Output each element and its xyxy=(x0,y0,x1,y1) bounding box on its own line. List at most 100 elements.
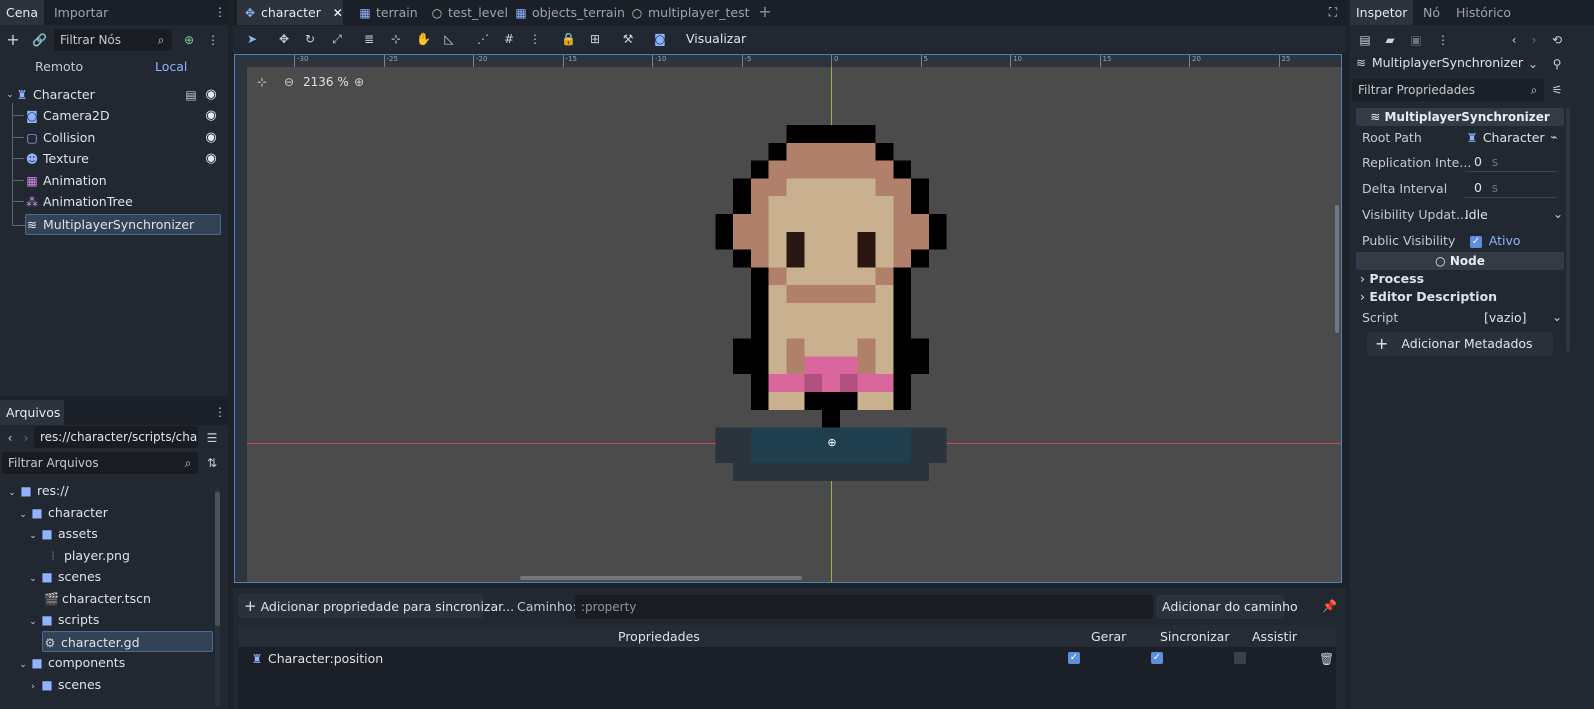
visibility-eye-icon[interactable]: ◉ xyxy=(204,152,218,166)
sort-icon[interactable]: ⇅ xyxy=(205,456,219,470)
inspector-menu-icon[interactable]: ⋮ xyxy=(1436,33,1450,47)
tab-cena[interactable]: Cena xyxy=(0,0,45,25)
file-item-character-folder[interactable]: ⌄ ■ character xyxy=(16,502,108,523)
kebab-menu-icon[interactable]: ⋮ xyxy=(213,5,227,19)
back-arrow-icon[interactable]: ‹ xyxy=(3,431,17,445)
visibility-update-select[interactable]: Idle ⌄ xyxy=(1465,207,1565,222)
editor-tab-character[interactable]: ✥ character ✕ xyxy=(237,0,343,25)
instance-scene-icon[interactable]: ⊕ xyxy=(182,33,196,47)
file-item-scripts-folder[interactable]: ⌄ ■ scripts xyxy=(26,609,99,630)
delete-trash-icon[interactable]: 🗑 xyxy=(1319,652,1334,666)
pivot-icon[interactable]: ⊹ xyxy=(389,32,403,46)
move-tool-icon[interactable]: ✥ xyxy=(277,32,291,46)
file-item-scenes-folder[interactable]: ⌄ ■ scenes xyxy=(26,566,101,587)
filter-properties-input[interactable]: Filtrar Propriedades xyxy=(1352,79,1544,101)
chevron-down-icon[interactable]: ⌄ xyxy=(1526,57,1540,71)
public-visibility-checkbox[interactable]: ✓ xyxy=(1470,235,1482,248)
filter-options-icon[interactable]: ⚟ xyxy=(1550,83,1564,97)
remote-button[interactable]: Remoto xyxy=(35,59,83,74)
file-item-res[interactable]: ⌄ ■ res:// xyxy=(5,480,68,501)
camera-override-icon[interactable]: ◙ xyxy=(653,32,667,46)
tree-node-texture[interactable]: ☻ Texture ◉ xyxy=(0,148,228,169)
open-folder-icon[interactable]: ▰ xyxy=(1383,33,1397,47)
add-node-icon[interactable]: + xyxy=(6,32,20,48)
collapse-arrow-icon[interactable]: ⌄ xyxy=(26,529,40,543)
close-tab-icon[interactable]: ✕ xyxy=(331,6,345,20)
file-item-character-gd[interactable]: ⚙ character.gd xyxy=(42,631,213,652)
bone-icon[interactable]: ⚒ xyxy=(621,32,635,46)
collapse-arrow-icon[interactable]: ⌄ xyxy=(16,508,30,522)
editor-tab-test-level[interactable]: ○ test_level xyxy=(424,0,514,25)
local-button[interactable]: Local xyxy=(155,59,187,74)
view-menu-button[interactable]: Visualizar xyxy=(686,31,746,46)
lock-icon[interactable]: 🔒 xyxy=(561,32,576,46)
forward-arrow-icon[interactable]: › xyxy=(19,431,33,445)
editor-description-group[interactable]: › Editor Description xyxy=(1360,289,1497,304)
tree-node-animation-tree[interactable]: ⁂ AnimationTree xyxy=(0,191,228,212)
add-sync-property-button[interactable]: + Adicionar propriedade para sincronizar… xyxy=(238,594,514,618)
pan-tool-icon[interactable]: ✋ xyxy=(416,32,431,46)
file-item-character-tscn[interactable]: 🎬 character.tscn xyxy=(44,588,151,609)
tree-node-character[interactable]: ⌄ ♜ Character ▤ ◉ xyxy=(0,84,228,105)
file-item-components-folder[interactable]: ⌄ ■ components xyxy=(16,652,125,673)
pin-icon[interactable]: 📌 xyxy=(1322,599,1337,613)
rotate-tool-icon[interactable]: ↻ xyxy=(303,32,317,46)
property-path-input[interactable]: :property xyxy=(575,595,1153,619)
file-path-input[interactable]: res://character/scripts/chara xyxy=(34,426,198,448)
filter-files-input[interactable]: Filtrar Arquivos xyxy=(2,452,198,474)
zoom-out-icon[interactable]: ⊖ xyxy=(282,75,296,89)
watch-checkbox[interactable] xyxy=(1234,652,1246,664)
clear-brush-icon[interactable]: ⌁ xyxy=(1547,130,1561,144)
kebab-menu-icon[interactable]: ⋮ xyxy=(213,405,227,419)
table-row[interactable]: ♜ Character:position ✓ ✓ 🗑 xyxy=(238,647,1336,669)
link-icon[interactable]: 🔗 xyxy=(32,33,47,47)
file-item-assets-folder[interactable]: ⌄ ■ assets xyxy=(26,523,98,544)
script-icon[interactable]: ▤ xyxy=(184,88,198,102)
list-view-icon[interactable]: ☰ xyxy=(205,431,219,445)
editor-tab-multiplayer-test[interactable]: ○ multiplayer_test xyxy=(624,0,755,25)
inspector-scrollbar[interactable] xyxy=(1566,108,1570,352)
sync-checkbox[interactable]: ✓ xyxy=(1151,652,1163,664)
replication-interval-field[interactable]: 0 s xyxy=(1465,154,1557,172)
save-icon[interactable]: ▣ xyxy=(1409,33,1423,47)
grid-snap-icon[interactable]: # xyxy=(502,32,516,46)
group-icon[interactable]: ⊞ xyxy=(588,32,602,46)
visibility-eye-icon[interactable]: ◉ xyxy=(204,131,218,145)
add-tab-icon[interactable]: + xyxy=(758,4,772,20)
tab-inspetor[interactable]: Inspetor xyxy=(1350,0,1414,25)
collapse-arrow-icon[interactable]: ⌄ xyxy=(16,658,30,672)
tree-node-animation[interactable]: ▦ Animation xyxy=(0,170,228,191)
history-forward-icon[interactable]: › xyxy=(1527,33,1541,47)
script-select[interactable]: [vazio] ⌄ xyxy=(1484,310,1566,325)
viewport-h-scrollbar[interactable] xyxy=(520,576,802,580)
visibility-eye-icon[interactable]: ◉ xyxy=(204,109,218,123)
scene-menu-icon[interactable]: ⋮ xyxy=(206,33,220,47)
collapse-arrow-icon[interactable]: ⌄ xyxy=(26,572,40,586)
zoom-level[interactable]: 2136 % xyxy=(303,75,349,89)
files-scrollbar-thumb[interactable] xyxy=(215,492,220,626)
fullscreen-icon[interactable]: ⛶ xyxy=(1326,5,1340,19)
delta-interval-field[interactable]: 0 s xyxy=(1465,180,1557,198)
pivot-handle-icon[interactable]: ⊕ xyxy=(825,436,839,450)
scale-tool-icon[interactable]: ⤢ xyxy=(330,32,344,46)
snap-options-icon[interactable]: ⋮ xyxy=(528,32,542,46)
tab-importar[interactable]: Importar xyxy=(48,0,114,25)
process-group[interactable]: › Process xyxy=(1360,271,1424,286)
file-item-scenes-folder-2[interactable]: › ■ scenes xyxy=(26,674,101,695)
collapse-arrow-icon[interactable]: ⌄ xyxy=(26,615,40,629)
select-tool-icon[interactable]: ➤ xyxy=(245,32,259,46)
tree-node-collision[interactable]: ▢ Collision ◉ xyxy=(0,127,228,148)
list-select-icon[interactable]: ≣ xyxy=(362,32,376,46)
add-from-path-button[interactable]: Adicionar do caminho xyxy=(1156,595,1298,619)
tree-node-multiplayer-synchronizer[interactable]: ≋ MultiplayerSynchronizer xyxy=(25,214,221,235)
add-metadata-button[interactable]: + Adicionar Metadados xyxy=(1367,332,1553,356)
history-icon[interactable]: ⟲ xyxy=(1550,33,1564,47)
root-path-value[interactable]: ♜ Character ⌁ xyxy=(1465,130,1563,145)
zoom-in-icon[interactable]: ⊕ xyxy=(352,75,366,89)
visibility-eye-icon[interactable]: ◉ xyxy=(204,88,218,102)
ruler-tool-icon[interactable]: ◺ xyxy=(442,32,456,46)
tab-historico[interactable]: Histórico xyxy=(1450,0,1517,25)
tab-no[interactable]: Nó xyxy=(1417,0,1446,25)
public-visibility-toggle[interactable]: ✓ Ativo xyxy=(1470,233,1521,248)
editor-tab-objects-terrain[interactable]: ▦ objects_terrain xyxy=(508,0,631,25)
